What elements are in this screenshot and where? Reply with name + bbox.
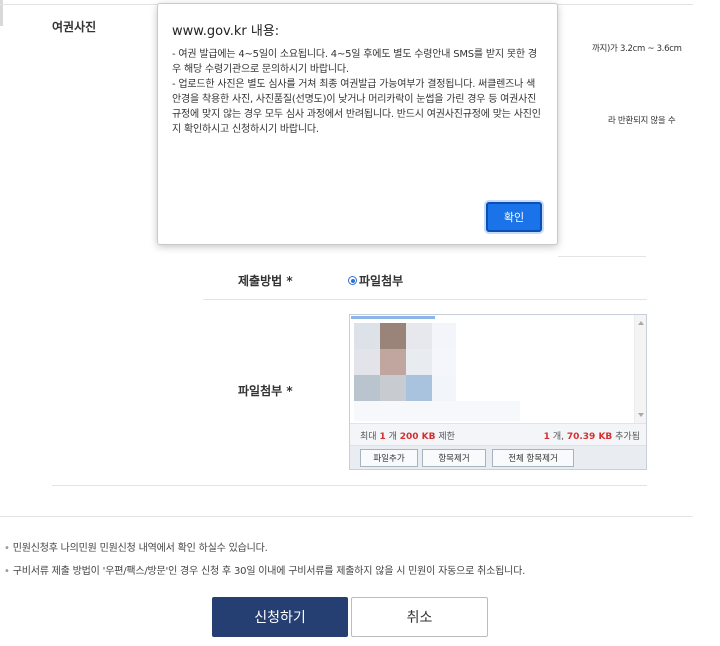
photo-thumb-tile [380, 349, 406, 375]
photo-thumb-tile [432, 323, 456, 349]
photo-thumb-tile [380, 375, 406, 401]
dialog-ok-button[interactable]: 확인 [486, 202, 542, 232]
bullet-icon: • [4, 543, 10, 554]
photo-thumb-tile [432, 375, 456, 401]
method-divider [203, 299, 647, 300]
add-file-button[interactable]: 파일추가 [360, 449, 418, 467]
dialog-message-line: - 업로드한 사진은 별도 심사를 거쳐 최종 여권발급 가능여부가 결정됩니다… [172, 79, 541, 135]
notice-item: • 민원신청후 나의민원 민원신청 내역에서 확인 하실수 있습니다. [4, 543, 268, 554]
photo-thumb-tile [432, 349, 456, 375]
file-name-placeholder [354, 401, 520, 421]
file-upload-box: 최대 1 개 200 KB 제한 1 개, 70.39 KB 추가됨 파일추가 … [349, 314, 647, 470]
passport-photo-label: 여권사진 [52, 20, 97, 34]
submit-method-file-radio[interactable]: 파일첨부 [348, 272, 403, 289]
photo-size-guide-text: 까지)가 3.2cm ~ 3.6cm [592, 44, 682, 54]
radio-selected-icon[interactable] [348, 276, 357, 285]
photo-return-guide-text: 라 반환되지 않을 수 [608, 116, 676, 126]
bullet-icon: • [4, 566, 10, 577]
file-limit-info: 최대 1 개 200 KB 제한 1 개, 70.39 KB 추가됨 [350, 423, 646, 445]
cancel-button[interactable]: 취소 [351, 597, 488, 637]
alert-dialog: www.gov.kr 내용: - 여권 발급에는 4~5일이 소요됩니다. 4~… [157, 3, 558, 245]
file-list-scrollbar[interactable] [634, 315, 646, 423]
file-action-bar: 파일추가 항목제거 전체 항목제거 [350, 445, 646, 469]
submit-method-label: 제출방법 * [238, 274, 293, 288]
photo-thumb-tile [406, 375, 432, 401]
selected-file-highlight [351, 316, 435, 319]
guide-divider [558, 256, 646, 257]
file-added-status: 1 개, 70.39 KB 추가됨 [543, 432, 640, 442]
notice-item: • 구비서류 제출 방법이 '우편/팩스/방문'인 경우 신청 후 30일 이내에… [4, 566, 526, 577]
file-max-limit: 최대 1 개 200 KB 제한 [360, 432, 455, 442]
photo-thumb-tile [380, 323, 406, 349]
form-bottom-divider [52, 485, 647, 486]
section-divider [0, 516, 693, 517]
dialog-message: - 여권 발급에는 4~5일이 소요됩니다. 4~5일 후에도 별도 수령안내 … [172, 47, 542, 137]
remove-all-items-button[interactable]: 전체 항목제거 [492, 449, 574, 467]
scroll-down-icon[interactable] [638, 413, 644, 417]
photo-thumb-tile [354, 323, 380, 349]
dialog-message-line: - 여권 발급에는 4~5일이 소요됩니다. 4~5일 후에도 별도 수령안내 … [172, 49, 537, 75]
dialog-title: www.gov.kr 내용: [172, 24, 280, 39]
photo-thumb-tile [354, 375, 380, 401]
file-list[interactable] [350, 315, 635, 423]
photo-thumb-tile [406, 349, 432, 375]
photo-thumb-tile [406, 323, 432, 349]
file-attachment-label: 파일첨부 * [238, 384, 293, 398]
photo-thumb-tile [354, 349, 380, 375]
remove-item-button[interactable]: 항목제거 [422, 449, 486, 467]
submit-method-value: 파일첨부 [359, 274, 404, 288]
scroll-up-icon[interactable] [638, 321, 644, 325]
submit-application-button[interactable]: 신청하기 [212, 597, 348, 637]
